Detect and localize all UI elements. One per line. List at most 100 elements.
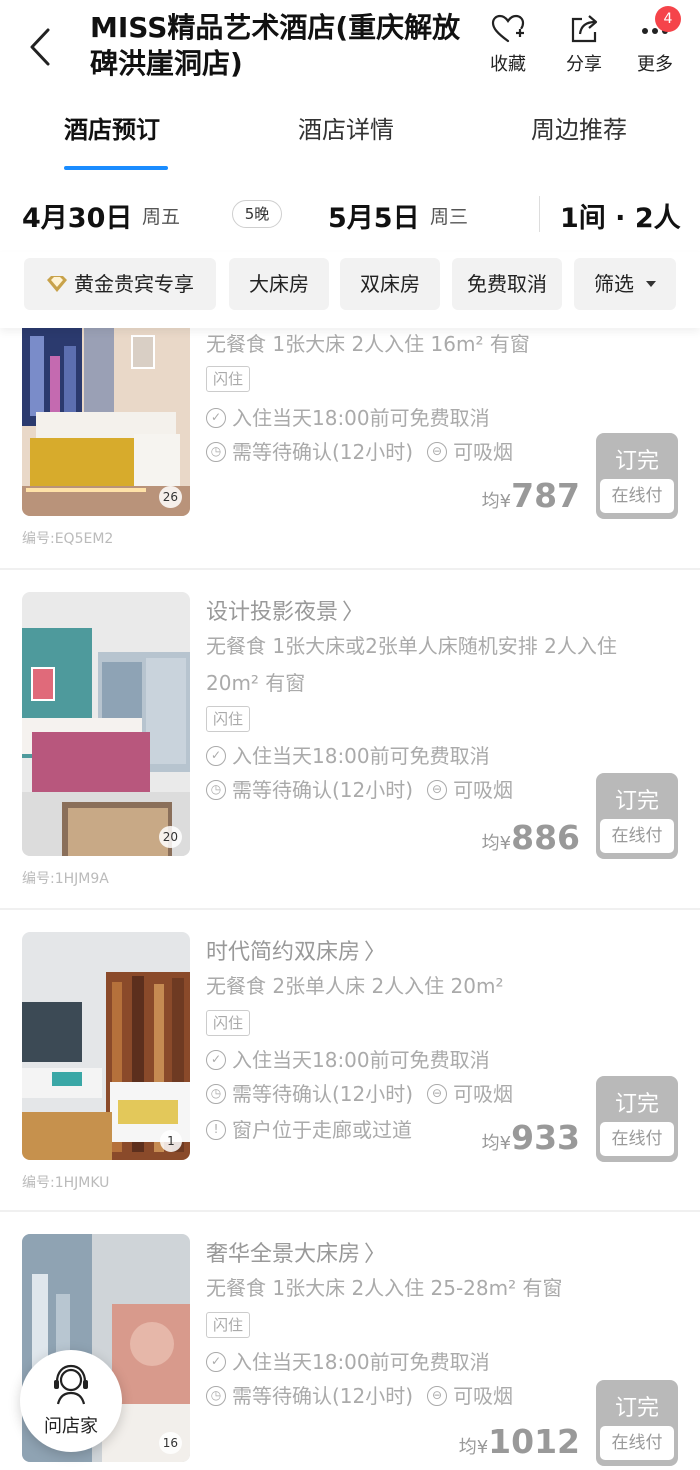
confirm-policy: ◷ 需等待确认(12小时) ⊖ 可吸烟 bbox=[206, 1380, 513, 1409]
room-info-line: 20m² 有窗 bbox=[206, 671, 306, 695]
room-name[interactable]: 奢华全景大床房〉 bbox=[206, 1236, 386, 1268]
smoking-text: 可吸烟 bbox=[453, 778, 514, 802]
confirm-text: 需等待确认(12小时) bbox=[232, 1082, 414, 1106]
chevron-right-icon: 〉 bbox=[364, 1242, 387, 1267]
price-prefix: 均 bbox=[458, 1437, 477, 1458]
room-card[interactable]: 26 无餐食 1张大床 2人入住 16m² 有窗 闪住 ✓ 入住当天18:00前可… bbox=[0, 326, 700, 568]
price-currency: ¥ bbox=[499, 491, 512, 512]
filter-label: 筛选 bbox=[594, 272, 634, 296]
checkout-weekday: 周三 bbox=[430, 206, 469, 228]
checkin-weekday: 周五 bbox=[142, 206, 181, 228]
confirm-policy: ◷ 需等待确认(12小时) ⊖ 可吸烟 bbox=[206, 436, 513, 465]
pay-online-label: 在线付 bbox=[600, 819, 674, 853]
price-currency: ¥ bbox=[499, 833, 512, 854]
flash-stay-tag: 闪住 bbox=[206, 1312, 251, 1338]
share-button[interactable]: 分享 bbox=[554, 14, 614, 76]
room-price: 均¥886 bbox=[482, 818, 580, 857]
cancel-policy: ✓ 入住当天18:00前可免费取消 bbox=[206, 1346, 490, 1375]
cancel-text: 入住当天18:00前可免费取消 bbox=[232, 1048, 490, 1072]
flash-stay-tag: 闪住 bbox=[206, 1010, 251, 1036]
check-circle-icon: ✓ bbox=[206, 1050, 226, 1070]
tab-bar: 酒店预订 酒店详情 周边推荐 bbox=[0, 100, 700, 176]
room-name-text: 奢华全景大床房 bbox=[206, 1242, 361, 1267]
smoking-text: 可吸烟 bbox=[453, 1384, 514, 1408]
price-currency: ¥ bbox=[499, 1133, 512, 1154]
diamond-icon bbox=[47, 275, 67, 292]
cancel-policy: ✓ 入住当天18:00前可免费取消 bbox=[206, 1044, 490, 1073]
chevron-right-icon: 〉 bbox=[364, 940, 387, 965]
room-price: 均¥1012 bbox=[459, 1422, 580, 1461]
smoking-icon: ⊖ bbox=[427, 780, 448, 800]
flash-stay-tag: 闪住 bbox=[206, 706, 251, 732]
filter-twin-bed[interactable]: 双床房 bbox=[340, 258, 440, 310]
tab-nearby[interactable]: 周边推荐 bbox=[531, 110, 627, 145]
tab-booking[interactable]: 酒店预订 bbox=[64, 110, 160, 145]
clock-icon: ◷ bbox=[206, 780, 226, 800]
photo-count: 26 bbox=[158, 486, 182, 508]
price-amount: 1012 bbox=[488, 1422, 580, 1461]
room-info: 无餐食 2张单人床 2人入住 20m² bbox=[206, 974, 504, 998]
price-amount: 933 bbox=[511, 1118, 580, 1157]
check-circle-icon: ✓ bbox=[206, 408, 226, 428]
info-icon: ! bbox=[206, 1120, 226, 1140]
notification-badge: 4 bbox=[655, 6, 681, 32]
tab-details[interactable]: 酒店详情 bbox=[298, 110, 394, 145]
room-list: 26 无餐食 1张大床 2人入住 16m² 有窗 闪住 ✓ 入住当天18:00前可… bbox=[0, 326, 700, 1470]
smoking-text: 可吸烟 bbox=[453, 1082, 514, 1106]
rooms-guests-selector[interactable]: 1间 · 2人 bbox=[560, 196, 681, 235]
cancel-policy: ✓ 入住当天18:00前可免费取消 bbox=[206, 402, 490, 431]
checkout-date[interactable]: 5月5日 bbox=[328, 196, 420, 235]
room-photo[interactable]: 26 bbox=[22, 326, 190, 516]
clock-icon: ◷ bbox=[206, 442, 226, 462]
room-code: 编号:1HJMKU bbox=[22, 1175, 110, 1191]
room-name[interactable]: 时代简约双床房〉 bbox=[206, 934, 386, 966]
price-amount: 787 bbox=[511, 476, 580, 515]
sold-out-label: 订完 bbox=[614, 449, 659, 474]
sold-out-label: 订完 bbox=[614, 1092, 659, 1117]
sold-out-button[interactable]: 订完 在线付 bbox=[596, 433, 678, 519]
ask-hotel-button[interactable]: 问店家 bbox=[20, 1350, 122, 1452]
room-code: 编号:1HJM9A bbox=[22, 871, 109, 887]
room-name-text: 时代简约双床房 bbox=[206, 940, 361, 965]
filter-king-bed[interactable]: 大床房 bbox=[229, 258, 329, 310]
checkin-date[interactable]: 4月30日 bbox=[22, 196, 132, 235]
room-price: 均¥933 bbox=[482, 1118, 580, 1157]
pay-online-label: 在线付 bbox=[600, 1426, 674, 1460]
room-photo[interactable]: 1 bbox=[22, 932, 190, 1160]
sold-out-label: 订完 bbox=[614, 789, 659, 814]
confirm-text: 需等待确认(12小时) bbox=[232, 1384, 414, 1408]
photo-count: 16 bbox=[158, 1432, 182, 1454]
check-circle-icon: ✓ bbox=[206, 746, 226, 766]
check-circle-icon: ✓ bbox=[206, 1352, 226, 1372]
filter-more-button[interactable]: 筛选 bbox=[574, 258, 676, 310]
sold-out-button[interactable]: 订完 在线付 bbox=[596, 773, 678, 859]
filter-gold-vip[interactable]: 黄金贵宾专享 bbox=[24, 258, 216, 310]
favorite-button[interactable]: 收藏 bbox=[478, 14, 538, 76]
back-icon[interactable] bbox=[22, 22, 62, 72]
active-tab-indicator bbox=[64, 166, 168, 170]
room-image bbox=[22, 932, 190, 1160]
room-info: 无餐食 1张大床或2张单人床随机安排 2人入住 20m² 有窗 bbox=[206, 628, 676, 702]
pay-online-label: 在线付 bbox=[600, 479, 674, 513]
cancel-text: 入住当天18:00前可免费取消 bbox=[232, 406, 490, 430]
more-label: 更多 bbox=[637, 54, 673, 75]
cancel-policy: ✓ 入住当天18:00前可免费取消 bbox=[206, 740, 490, 769]
filter-free-cancel[interactable]: 免费取消 bbox=[452, 258, 562, 310]
sold-out-button[interactable]: 订完 在线付 bbox=[596, 1076, 678, 1162]
ask-hotel-label: 问店家 bbox=[44, 1416, 98, 1437]
header-bar: MISS精品艺术酒店(重庆解放碑洪崖洞店) 收藏 分享 更多 4 bbox=[0, 0, 700, 90]
room-image bbox=[22, 592, 190, 856]
more-button[interactable]: 更多 4 bbox=[625, 6, 685, 76]
room-info: 无餐食 1张大床 2人入住 25-28m² 有窗 bbox=[206, 1276, 563, 1300]
confirm-policy: ◷ 需等待确认(12小时) ⊖ 可吸烟 bbox=[206, 774, 513, 803]
share-icon bbox=[571, 15, 598, 43]
room-name[interactable]: 设计投影夜景〉 bbox=[206, 594, 364, 626]
sold-out-button[interactable]: 订完 在线付 bbox=[596, 1380, 678, 1466]
price-prefix: 均 bbox=[481, 833, 500, 854]
clock-icon: ◷ bbox=[206, 1386, 226, 1406]
room-card[interactable]: 1 时代简约双床房〉 无餐食 2张单人床 2人入住 20m² 闪住 ✓ 入住当天1… bbox=[0, 910, 700, 1210]
room-card[interactable]: 20 设计投影夜景〉 无餐食 1张大床或2张单人床随机安排 2人入住 20m² 有… bbox=[0, 570, 700, 908]
date-selector[interactable]: 4月30日 周五 5晚 5月5日 周三 1间 · 2人 bbox=[0, 180, 700, 250]
room-photo[interactable]: 20 bbox=[22, 592, 190, 856]
divider bbox=[539, 196, 540, 232]
